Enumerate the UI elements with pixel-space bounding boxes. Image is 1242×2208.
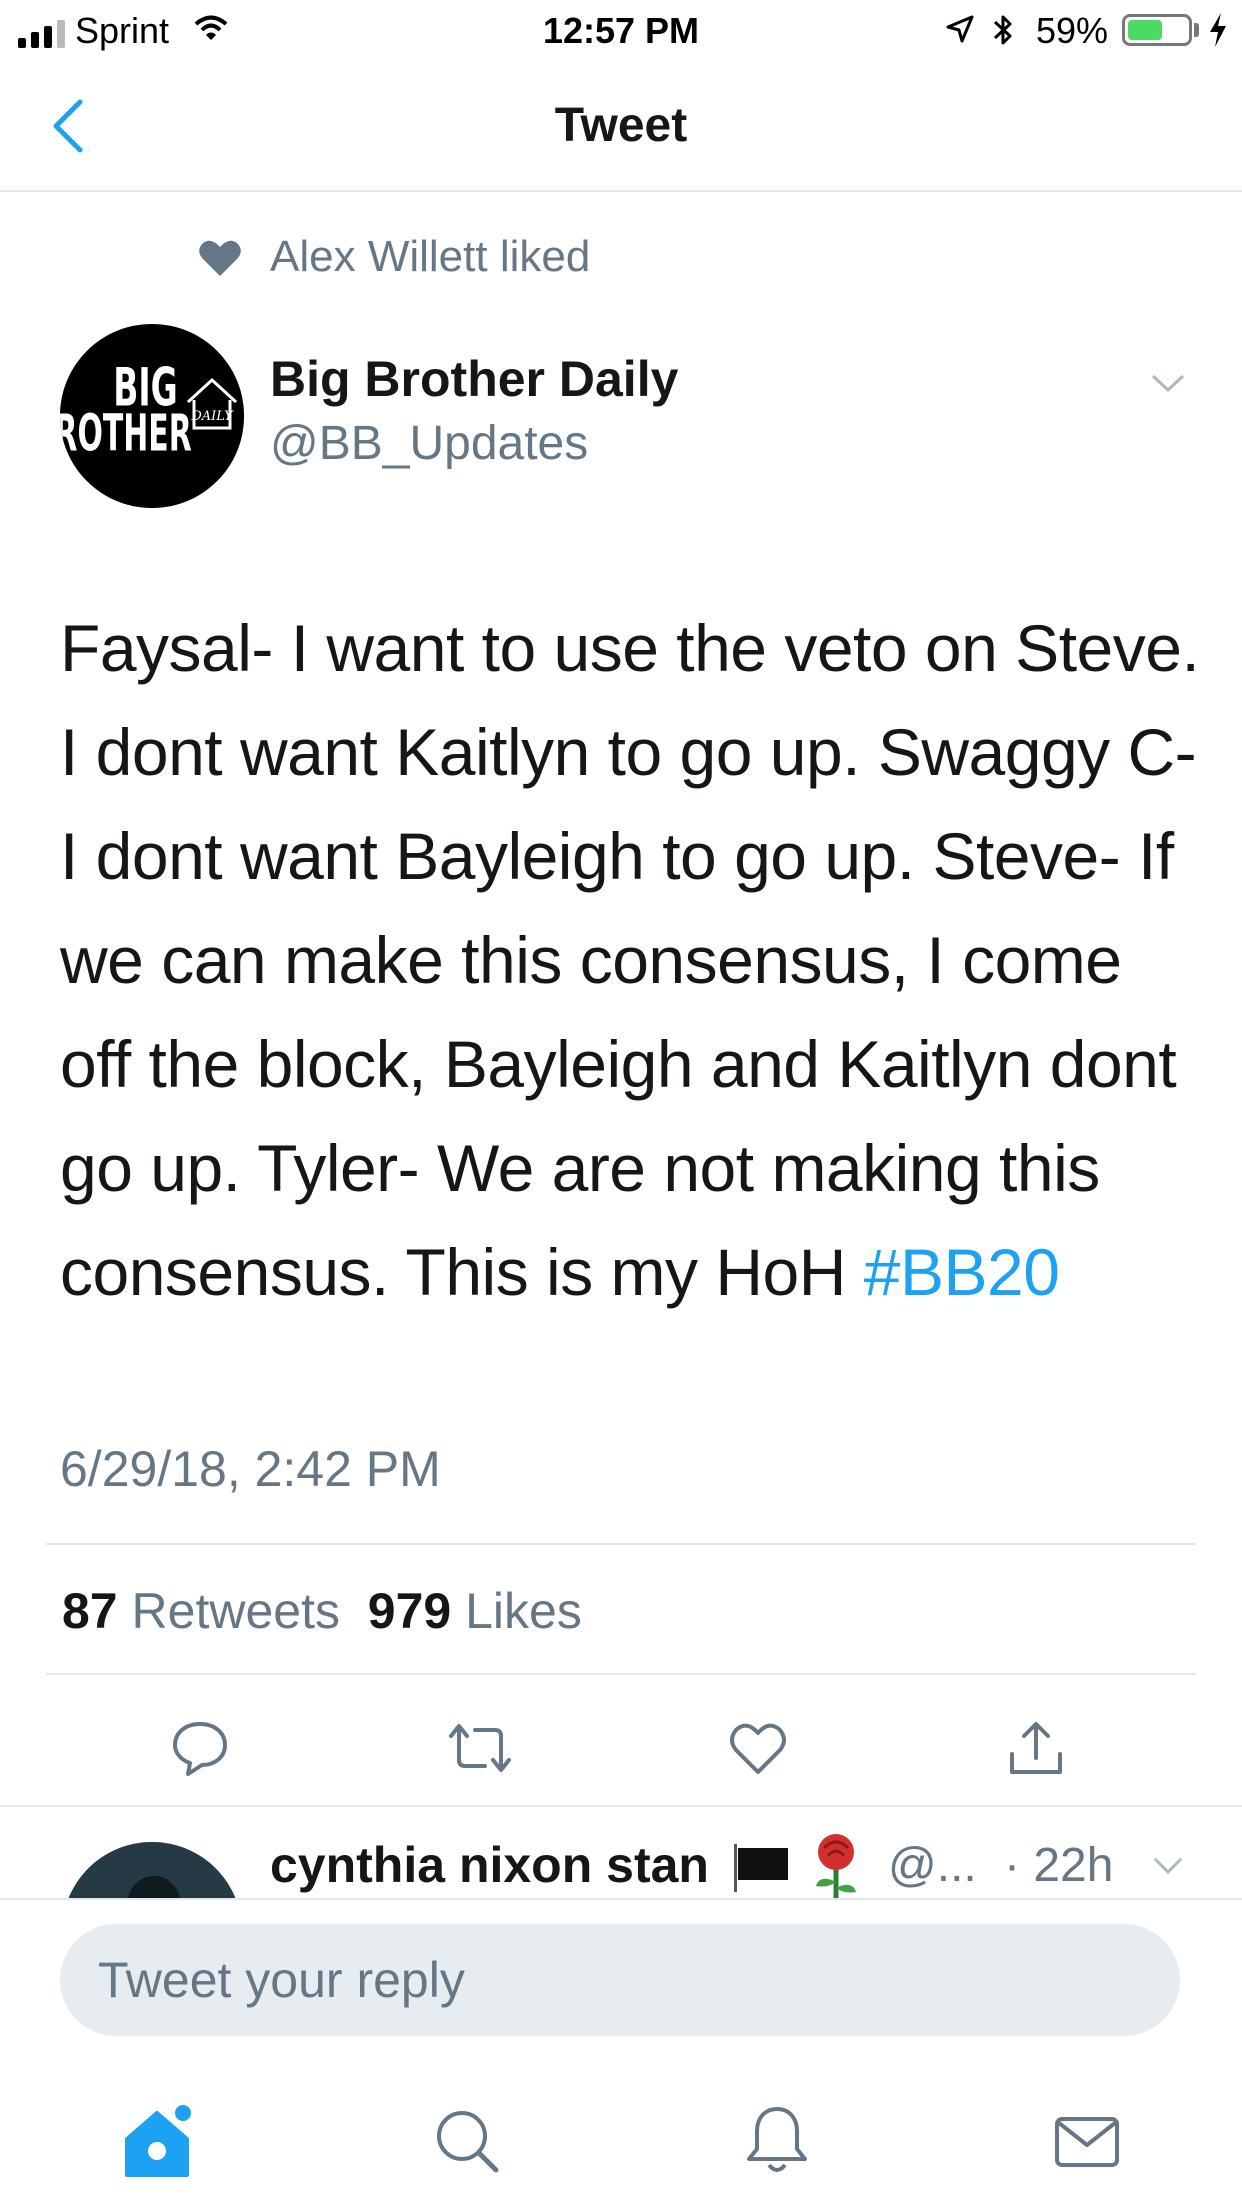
like-icon bbox=[730, 1723, 786, 1774]
battery-percentage: 59% bbox=[1036, 10, 1109, 51]
tweet-body: Faysal- I want to use the veto on Steve.… bbox=[60, 611, 1200, 1309]
like-button[interactable] bbox=[718, 1708, 798, 1788]
share-icon bbox=[1010, 1722, 1062, 1774]
heart-filled-icon bbox=[198, 238, 242, 283]
status-bar: Sprint 12:57 PM 59% bbox=[0, 0, 1242, 62]
share-button[interactable] bbox=[996, 1708, 1076, 1788]
chevron-down-icon bbox=[1151, 374, 1185, 393]
retweets-link[interactable]: 87 Retweets bbox=[62, 1583, 340, 1639]
retweets-label: Retweets bbox=[131, 1583, 340, 1639]
messages-icon bbox=[1055, 2117, 1119, 2167]
reply-input[interactable]: Tweet your reply bbox=[60, 1924, 1180, 2036]
page-title: Tweet bbox=[554, 99, 688, 152]
author-name[interactable]: Big Brother Daily bbox=[270, 350, 678, 408]
divider bbox=[0, 1898, 1242, 1900]
engagement-stats: 87 Retweets 979 Likes bbox=[62, 1582, 582, 1640]
big-brother-daily-logo: BIG BROTHER DAILY bbox=[60, 324, 244, 508]
hashtag-link[interactable]: #BB20 bbox=[864, 1235, 1060, 1309]
home-icon bbox=[125, 2105, 191, 2177]
divider bbox=[46, 1543, 1196, 1545]
logo-line2: BROTHER bbox=[60, 403, 192, 463]
reply-time: · 22h bbox=[1004, 1839, 1114, 1892]
reply-button[interactable] bbox=[160, 1708, 240, 1788]
reply-author-handle[interactable]: @... bbox=[888, 1838, 977, 1893]
tweet-options-button[interactable] bbox=[1150, 372, 1186, 399]
battery-icon bbox=[1122, 14, 1192, 46]
retweet-button[interactable] bbox=[440, 1708, 520, 1788]
notifications-icon bbox=[747, 2107, 807, 2172]
likes-label: Likes bbox=[465, 1583, 582, 1639]
tab-home[interactable] bbox=[112, 2096, 202, 2186]
reply-author-name[interactable]: cynthia nixon stan bbox=[270, 1836, 709, 1894]
rose-icon bbox=[806, 1832, 866, 1907]
battery-level-fill bbox=[1128, 20, 1162, 40]
author-avatar[interactable]: BIG BROTHER DAILY bbox=[60, 324, 244, 508]
author-handle[interactable]: @BB_Updates bbox=[270, 416, 588, 471]
tweet-text: Faysal- I want to use the veto on Steve.… bbox=[60, 596, 1200, 1324]
tweet-timestamp: 6/29/18, 2:42 PM bbox=[60, 1441, 441, 1497]
battery-tip bbox=[1194, 23, 1199, 37]
tab-search[interactable] bbox=[422, 2096, 512, 2186]
retweets-count: 87 bbox=[62, 1583, 118, 1639]
chevron-down-icon bbox=[1153, 1857, 1183, 1875]
likes-count: 979 bbox=[367, 1583, 452, 1639]
black-flag-icon bbox=[732, 1844, 792, 1892]
search-icon bbox=[437, 2111, 499, 2173]
likes-link[interactable]: 979 Likes bbox=[368, 1583, 582, 1639]
social-context-label: Alex Willett liked bbox=[270, 232, 591, 281]
logo-small: DAILY bbox=[190, 409, 234, 424]
reply-icon bbox=[173, 1722, 227, 1776]
tab-notifications[interactable] bbox=[732, 2096, 822, 2186]
bluetooth-icon bbox=[990, 12, 1016, 53]
reply-options-button[interactable] bbox=[1152, 1856, 1184, 1881]
nav-divider bbox=[0, 190, 1242, 192]
retweet-icon bbox=[449, 1724, 511, 1772]
charging-bolt-icon bbox=[1207, 12, 1229, 53]
divider bbox=[0, 1805, 1242, 1807]
location-arrow-icon bbox=[945, 14, 975, 49]
tab-messages[interactable] bbox=[1042, 2096, 1132, 2186]
divider bbox=[46, 1673, 1196, 1675]
